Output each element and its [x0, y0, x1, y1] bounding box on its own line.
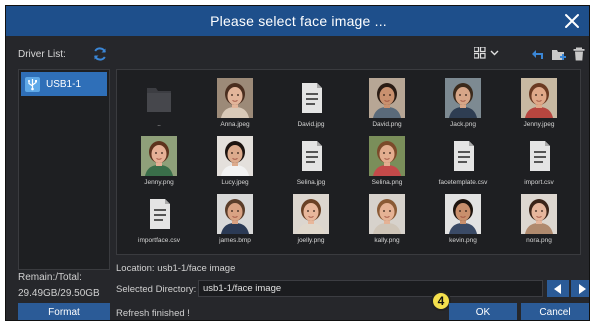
- file-name: import.csv: [524, 179, 554, 186]
- photo-thumbnail-icon: [445, 194, 481, 234]
- parent-folder-item[interactable]: ..: [123, 78, 195, 138]
- drive-label: USB1-1: [46, 78, 82, 90]
- remain-total-value: 29.49GB/29.50GB: [18, 288, 100, 299]
- file-item[interactable]: Jenny.jpeg: [503, 78, 575, 138]
- document-icon: [302, 83, 322, 113]
- file-item[interactable]: David.jpg: [275, 78, 347, 138]
- usb-icon: [25, 76, 40, 92]
- location-text: Location: usb1-1/face image: [116, 263, 236, 274]
- file-item[interactable]: Anna.jpeg: [199, 78, 271, 138]
- file-item[interactable]: kevin.png: [427, 194, 499, 254]
- step-badge: 4: [431, 291, 451, 311]
- photo-thumbnail-icon: [369, 78, 405, 118]
- file-name: David.png: [372, 121, 402, 128]
- file-item[interactable]: facetemplate.csv: [427, 136, 499, 196]
- photo-thumbnail-icon: [141, 136, 177, 176]
- photo-thumbnail-icon: [217, 78, 253, 118]
- driver-list: USB1-1: [18, 69, 110, 270]
- file-item[interactable]: Selina.jpg: [275, 136, 347, 196]
- selected-directory-field[interactable]: [198, 280, 543, 297]
- file-name: Jack.png: [449, 121, 477, 128]
- file-name: james.bmp: [219, 237, 251, 244]
- triangle-right-icon: [579, 283, 586, 294]
- file-item[interactable]: kally.png: [351, 194, 423, 254]
- file-name: kevin.png: [449, 237, 477, 244]
- refresh-icon[interactable]: [92, 46, 108, 62]
- dialog-title: Please select face image ...: [210, 13, 387, 29]
- triangle-left-icon: [554, 283, 561, 294]
- file-name: Selina.jpg: [296, 179, 326, 186]
- file-item[interactable]: Jenny.png: [123, 136, 195, 196]
- file-name: Jenny.jpeg: [523, 121, 555, 128]
- file-name: facetemplate.csv: [438, 179, 488, 186]
- status-text: Refresh finished !: [116, 308, 190, 319]
- folder-icon: [147, 88, 171, 112]
- file-name: kally.png: [374, 237, 400, 244]
- file-name: Jenny.png: [144, 179, 174, 186]
- ok-button[interactable]: OK: [449, 303, 517, 320]
- file-item[interactable]: nora.png: [503, 194, 575, 254]
- back-arrow-icon[interactable]: [530, 47, 546, 61]
- photo-thumbnail-icon: [369, 194, 405, 234]
- trash-icon[interactable]: [572, 47, 588, 61]
- prev-button[interactable]: [547, 280, 569, 297]
- new-folder-icon[interactable]: [551, 47, 567, 61]
- driver-list-label: Driver List:: [18, 49, 66, 60]
- file-grid: .. Anna.jpeg David.jpg David.png Jack.png Jen…: [116, 69, 581, 255]
- file-name: importface.csv: [138, 237, 180, 244]
- file-name: joelly.png: [297, 237, 325, 244]
- photo-thumbnail-icon: [521, 78, 557, 118]
- photo-thumbnail-icon: [445, 78, 481, 118]
- photo-thumbnail-icon: [293, 194, 329, 234]
- format-button[interactable]: Format: [18, 303, 110, 320]
- file-item[interactable]: Jack.png: [427, 78, 499, 138]
- grid-view-icon[interactable]: [474, 47, 500, 61]
- photo-thumbnail-icon: [369, 136, 405, 176]
- cancel-button[interactable]: Cancel: [521, 303, 589, 320]
- file-item[interactable]: import.csv: [503, 136, 575, 196]
- file-name: Selina.png: [371, 179, 403, 186]
- photo-thumbnail-icon: [217, 194, 253, 234]
- file-item[interactable]: Lucy.jpeg: [199, 136, 271, 196]
- file-item[interactable]: David.png: [351, 78, 423, 138]
- title-bar: Please select face image ...: [6, 6, 589, 36]
- document-icon: [530, 141, 550, 171]
- document-icon: [454, 141, 474, 171]
- document-icon: [150, 199, 170, 229]
- drive-item-usb1-1[interactable]: USB1-1: [21, 72, 107, 96]
- file-name: Lucy.jpeg: [221, 179, 249, 186]
- photo-thumbnail-icon: [521, 194, 557, 234]
- file-name: David.jpg: [297, 121, 325, 128]
- file-item[interactable]: joelly.png: [275, 194, 347, 254]
- face-image-dialog: Please select face image ... Driver List…: [5, 5, 590, 321]
- remain-total-label: Remain:/Total:: [18, 272, 82, 283]
- file-name: nora.png: [526, 237, 552, 244]
- selected-directory-label: Selected Directory:: [116, 284, 197, 295]
- file-item[interactable]: james.bmp: [199, 194, 271, 254]
- document-icon: [302, 141, 322, 171]
- file-item[interactable]: importface.csv: [123, 194, 195, 254]
- file-name: Anna.jpeg: [220, 121, 250, 128]
- file-name: ..: [157, 121, 161, 128]
- photo-thumbnail-icon: [217, 136, 253, 176]
- next-button[interactable]: [571, 280, 589, 297]
- close-icon[interactable]: [563, 12, 581, 30]
- file-item[interactable]: Selina.png: [351, 136, 423, 196]
